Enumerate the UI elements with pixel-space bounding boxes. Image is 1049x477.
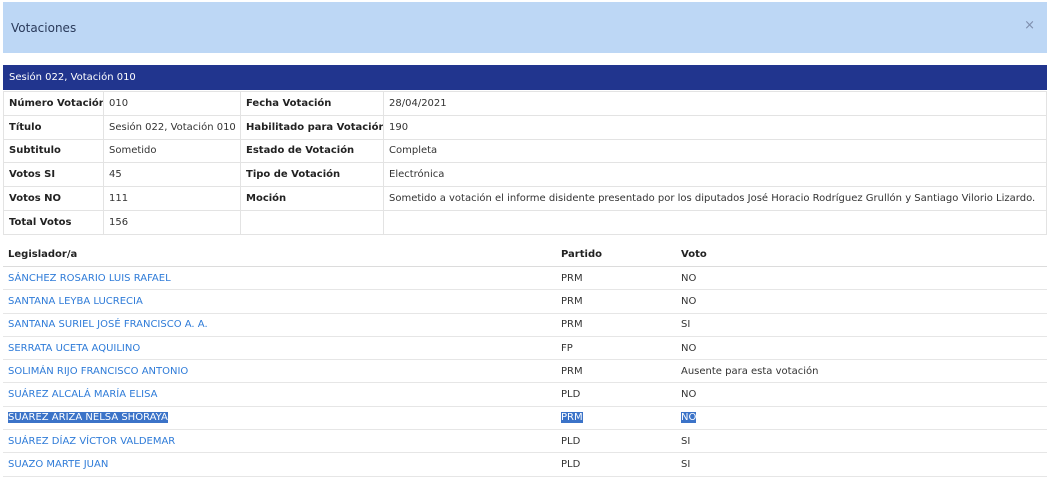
subtitulo-label: Subtitulo (3, 138, 104, 164)
numero-votacion-label: Número Votación (3, 91, 104, 116)
party-cell: PLD (556, 382, 676, 407)
vote-cell: NO (676, 336, 1047, 361)
session-title: Sesión 022, Votación 010 (9, 72, 136, 83)
party-cell: PLD (556, 429, 676, 454)
votos-no-value: 111 (103, 186, 241, 211)
legislator-link[interactable]: SÁNCHEZ ROSARIO LUIS RAFAEL (8, 273, 171, 284)
legislator-link[interactable]: SANTANA LEYBA LUCRECIA (8, 296, 143, 307)
legislator-link[interactable]: SUÁREZ ARIZA NELSA SHORAYA (8, 412, 168, 424)
vote-cell: NO (676, 382, 1047, 407)
session-header: Sesión 022, Votación 010 (3, 65, 1047, 90)
table-row: SOLIMÁN RIJO FRANCISCO ANTONIO PRM Ausen… (3, 359, 1047, 384)
vote-cell: NO (676, 289, 1047, 314)
legislator-link[interactable]: SOLIMÁN RIJO FRANCISCO ANTONIO (8, 366, 188, 377)
party-cell: PLD (556, 452, 676, 477)
numero-votacion-value: 010 (103, 91, 241, 116)
info-row: Votos NO 111 Moción Sometido a votación … (3, 186, 1047, 211)
table-row: SUÁREZ ALCALÁ MARÍA ELISA PLD NO (3, 382, 1047, 407)
total-votos-value: 156 (103, 209, 241, 235)
party-cell: PRM (556, 289, 676, 314)
vote-info-table: Número Votación 010 Fecha Votación 28/04… (3, 91, 1047, 235)
party-cell: FP (556, 336, 676, 361)
table-row: SANTANA LEYBA LUCRECIA PRM NO (3, 289, 1047, 314)
votes-table: Legislador/a Partido Voto SÁNCHEZ ROSARI… (3, 243, 1047, 477)
votos-si-value: 45 (103, 162, 241, 188)
close-icon[interactable]: × (1024, 18, 1035, 34)
habilitado-value: 190 (383, 114, 1047, 140)
titulo-label: Título (3, 114, 104, 140)
subtitulo-value: Sometido (103, 138, 241, 164)
legislador-column-header[interactable]: Legislador/a (3, 243, 556, 267)
vote-cell: SI (676, 452, 1047, 477)
table-row-selected: SUÁREZ ARIZA NELSA SHORAYA PRM NO (3, 406, 1047, 431)
table-row: SERRATA UCETA AQUILINO FP NO (3, 336, 1047, 361)
info-row: Número Votación 010 Fecha Votación 28/04… (3, 91, 1047, 116)
vote-cell: NO (681, 412, 697, 424)
legislator-link[interactable]: SUAZO MARTE JUAN (8, 459, 108, 470)
modal-title: Votaciones (11, 21, 77, 35)
vote-cell: SI (676, 313, 1047, 337)
info-row: Total Votos 156 (3, 209, 1047, 235)
empty-cell (383, 209, 1047, 235)
empty-cell (240, 209, 384, 235)
legislator-link[interactable]: SUÁREZ ALCALÁ MARÍA ELISA (8, 389, 157, 400)
party-cell: PRM (556, 313, 676, 337)
fecha-votacion-value: 28/04/2021 (383, 91, 1047, 116)
vote-cell: NO (676, 266, 1047, 291)
table-row: SÁNCHEZ ROSARIO LUIS RAFAEL PRM NO (3, 266, 1047, 291)
table-row: SANTANA SURIEL JOSÉ FRANCISCO A. A. PRM … (3, 313, 1047, 337)
party-cell: PRM (561, 412, 583, 424)
mocion-value: Sometido a votación el informe disidente… (383, 186, 1047, 211)
info-row: Votos SI 45 Tipo de Votación Electrónica (3, 162, 1047, 188)
table-row: SUAZO MARTE JUAN PLD SI (3, 452, 1047, 477)
legislator-link[interactable]: SERRATA UCETA AQUILINO (8, 343, 140, 354)
voto-column-header[interactable]: Voto (676, 243, 1047, 267)
info-row: Título Sesión 022, Votación 010 Habilita… (3, 114, 1047, 140)
legislator-link[interactable]: SANTANA SURIEL JOSÉ FRANCISCO A. A. (8, 319, 208, 330)
votos-no-label: Votos NO (3, 186, 104, 211)
info-row: Subtitulo Sometido Estado de Votación Co… (3, 138, 1047, 164)
tipo-label: Tipo de Votación (240, 162, 384, 188)
titulo-value: Sesión 022, Votación 010 (103, 114, 241, 140)
modal-header: Votaciones × (3, 2, 1047, 53)
total-votos-label: Total Votos (3, 209, 104, 235)
estado-value: Completa (383, 138, 1047, 164)
estado-label: Estado de Votación (240, 138, 384, 164)
party-cell: PRM (556, 266, 676, 291)
habilitado-label: Habilitado para Votación (240, 114, 384, 140)
votos-si-label: Votos SI (3, 162, 104, 188)
vote-cell: SI (676, 429, 1047, 454)
party-cell: PRM (556, 359, 676, 384)
vote-cell: Ausente para esta votación (676, 359, 1047, 384)
fecha-votacion-label: Fecha Votación (240, 91, 384, 116)
table-row: SUÁREZ DÍAZ VÍCTOR VALDEMAR PLD SI (3, 429, 1047, 454)
votes-header-row: Legislador/a Partido Voto (3, 243, 1047, 267)
legislator-link[interactable]: SUÁREZ DÍAZ VÍCTOR VALDEMAR (8, 436, 175, 447)
partido-column-header[interactable]: Partido (556, 243, 676, 267)
mocion-label: Moción (240, 186, 384, 211)
tipo-value: Electrónica (383, 162, 1047, 188)
